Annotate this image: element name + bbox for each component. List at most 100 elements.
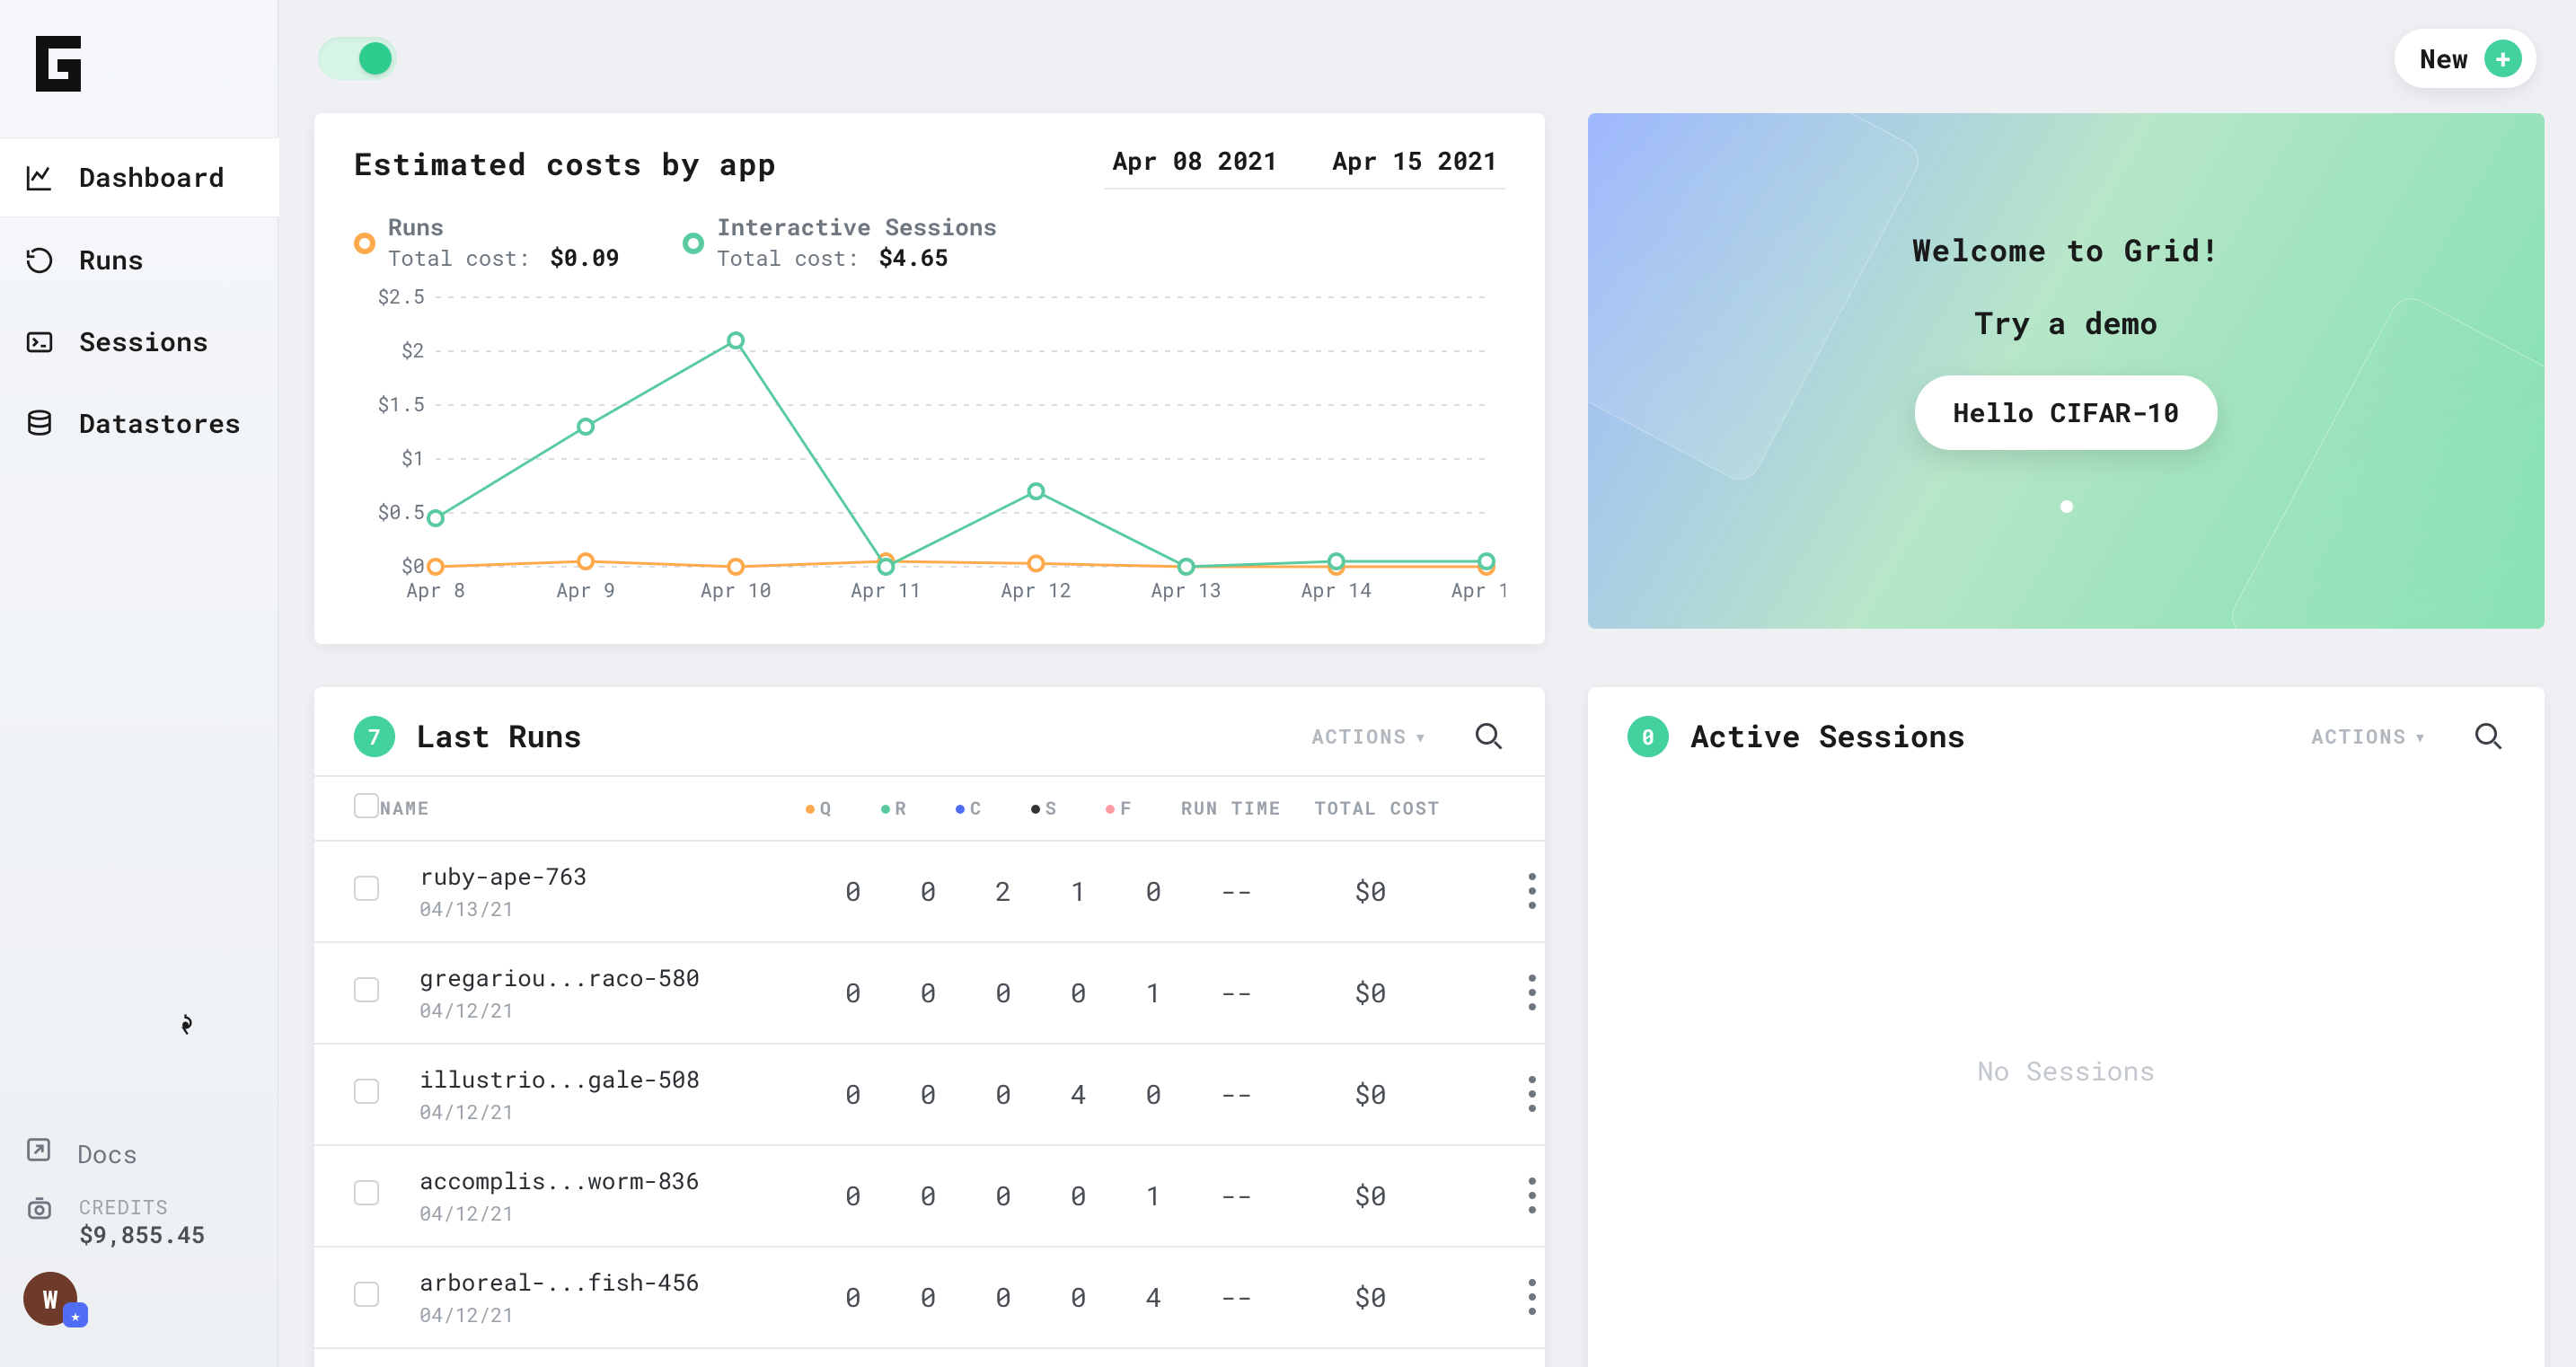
- sidebar-item-datastores[interactable]: Datastores: [0, 384, 278, 463]
- dot-icon: [1031, 805, 1040, 814]
- run-q: 0: [806, 1247, 881, 1348]
- table-row[interactable]: gregariou...raco-58004/12/2100001--$0: [314, 942, 1545, 1044]
- row-menu-button[interactable]: [1522, 869, 1544, 913]
- welcome-subtitle: Try a demo: [1974, 303, 2157, 343]
- row-checkbox[interactable]: [354, 1180, 379, 1205]
- active-sessions-card: 0 Active Sessions ACTIONS ▾ No Sessions: [1588, 687, 2545, 1367]
- col-s: S: [1045, 797, 1058, 820]
- table-row[interactable]: ruby-ape-76304/13/2100210--$0: [314, 841, 1545, 942]
- row-menu-button[interactable]: [1522, 1072, 1544, 1116]
- y-tick-label: $1: [401, 445, 425, 471]
- table-row[interactable]: arboreal-...fish-45604/12/2100004--$0: [314, 1247, 1545, 1348]
- sessions-actions-menu[interactable]: ACTIONS ▾: [2311, 723, 2428, 749]
- row-checkbox[interactable]: [354, 1282, 379, 1307]
- row-checkbox[interactable]: [354, 977, 379, 1002]
- chart-point[interactable]: [878, 560, 893, 574]
- star-badge-icon: ★: [63, 1302, 88, 1327]
- run-s: 1: [1031, 841, 1107, 942]
- chart-point[interactable]: [1029, 556, 1044, 570]
- run-name: ruby-ape-763: [419, 861, 805, 892]
- run-f: 1: [1106, 942, 1181, 1044]
- demo-button[interactable]: Hello CIFAR-10: [1915, 375, 2217, 450]
- run-r: 0: [881, 1348, 957, 1367]
- run-name: arboreal-...fish-456: [419, 1267, 805, 1298]
- run-r: 0: [881, 1044, 957, 1145]
- chart-point[interactable]: [728, 333, 743, 348]
- row-menu-button[interactable]: [1522, 1174, 1544, 1217]
- sidebar-item-label: Runs: [79, 243, 144, 278]
- sessions-title: Active Sessions: [1690, 716, 1965, 756]
- run-date: 04/12/21: [419, 1301, 805, 1327]
- row-menu-button[interactable]: [1522, 1275, 1544, 1318]
- table-row[interactable]: accomplis...worm-83604/12/2100001--$0: [314, 1145, 1545, 1247]
- chart-point[interactable]: [1029, 484, 1044, 498]
- runs-table: NAME Q R C S F RUN TIME TOTAL COST ruby-…: [314, 775, 1545, 1367]
- legend-item-runs[interactable]: Runs Total cost: $0.09: [354, 213, 620, 274]
- x-tick-label: Apr 10: [701, 577, 772, 603]
- run-c: 1: [956, 1348, 1031, 1367]
- pager-dot[interactable]: [2060, 500, 2073, 513]
- chart-point[interactable]: [578, 554, 593, 569]
- date-from: Apr 08 2021: [1112, 144, 1278, 177]
- run-date: 04/13/21: [419, 895, 805, 922]
- date-to: Apr 15 2021: [1332, 144, 1498, 177]
- sidebar-item-dashboard[interactable]: Dashboard: [0, 137, 279, 217]
- chevron-down-icon: ▾: [1415, 723, 1428, 749]
- chart-point[interactable]: [428, 560, 443, 574]
- run-name: illustrio...gale-508: [419, 1064, 805, 1095]
- money-icon: [23, 1194, 56, 1224]
- chart-point[interactable]: [578, 419, 593, 434]
- y-tick-label: $0.5: [377, 498, 425, 525]
- y-tick-label: $1.5: [377, 391, 425, 417]
- carousel-pager[interactable]: [2060, 500, 2073, 513]
- chart-point[interactable]: [1479, 554, 1494, 569]
- table-row[interactable]: prophetic-iguana-38200100: [314, 1348, 1545, 1367]
- y-tick-label: $2: [401, 337, 425, 363]
- connection-toggle[interactable]: [318, 37, 397, 80]
- select-all-checkbox[interactable]: [354, 793, 379, 818]
- row-menu-button[interactable]: [1522, 971, 1544, 1014]
- table-row[interactable]: illustrio...gale-50804/12/2100040--$0: [314, 1044, 1545, 1145]
- sidebar-item-sessions[interactable]: Sessions: [0, 303, 278, 381]
- y-tick-label: $0: [401, 552, 425, 578]
- run-c: 0: [956, 1145, 1031, 1247]
- run-c: 0: [956, 1044, 1031, 1145]
- credits-display: CREDITS $9,855.45: [0, 1186, 278, 1257]
- chart-line: [436, 340, 1486, 567]
- chart-point[interactable]: [428, 511, 443, 525]
- col-f: F: [1120, 797, 1133, 820]
- costs-title: Estimated costs by app: [354, 144, 777, 184]
- row-checkbox[interactable]: [354, 876, 379, 901]
- sidebar-item-label: Datastores: [79, 406, 241, 441]
- row-checkbox[interactable]: [354, 1079, 379, 1104]
- legend-item-sessions[interactable]: Interactive Sessions Total cost: $4.65: [683, 213, 997, 274]
- costs-chart: $2.5$2$1.5$1$0.5$0Apr 8Apr 9Apr 10Apr 11…: [354, 288, 1505, 612]
- legend-value: $4.65: [878, 243, 948, 273]
- sidebar-item-runs[interactable]: Runs: [0, 221, 278, 299]
- avatar-menu[interactable]: W ★: [0, 1257, 278, 1340]
- sidebar-docs-link[interactable]: Docs: [0, 1120, 278, 1186]
- legend-label: Interactive Sessions: [717, 213, 997, 243]
- chevron-down-icon: ▾: [2414, 723, 2428, 749]
- x-tick-label: Apr 13: [1151, 577, 1222, 603]
- search-icon[interactable]: [1473, 720, 1505, 753]
- chart-point[interactable]: [728, 560, 743, 574]
- run-r: 0: [881, 1247, 957, 1348]
- runs-actions-menu[interactable]: ACTIONS ▾: [1311, 723, 1428, 749]
- chart-point[interactable]: [1329, 554, 1344, 569]
- cursor-icon: [176, 1006, 201, 1046]
- runs-count-badge: 7: [354, 716, 395, 757]
- col-r: R: [895, 797, 908, 820]
- chart-point[interactable]: [1179, 560, 1194, 574]
- new-button[interactable]: New +: [2395, 29, 2536, 88]
- sidebar-item-label: Dashboard: [79, 160, 225, 195]
- welcome-card: Welcome to Grid! Try a demo Hello CIFAR-…: [1588, 113, 2545, 629]
- dot-icon: [354, 233, 375, 254]
- col-c: C: [970, 797, 983, 820]
- nav: Dashboard Runs Sessions Datastores: [0, 137, 278, 463]
- date-range-picker[interactable]: Apr 08 2021 Apr 15 2021: [1105, 144, 1505, 190]
- search-icon[interactable]: [2473, 720, 2505, 753]
- run-q: 0: [806, 1145, 881, 1247]
- run-date: 04/12/21: [419, 1098, 805, 1124]
- credits-label: CREDITS: [79, 1194, 205, 1220]
